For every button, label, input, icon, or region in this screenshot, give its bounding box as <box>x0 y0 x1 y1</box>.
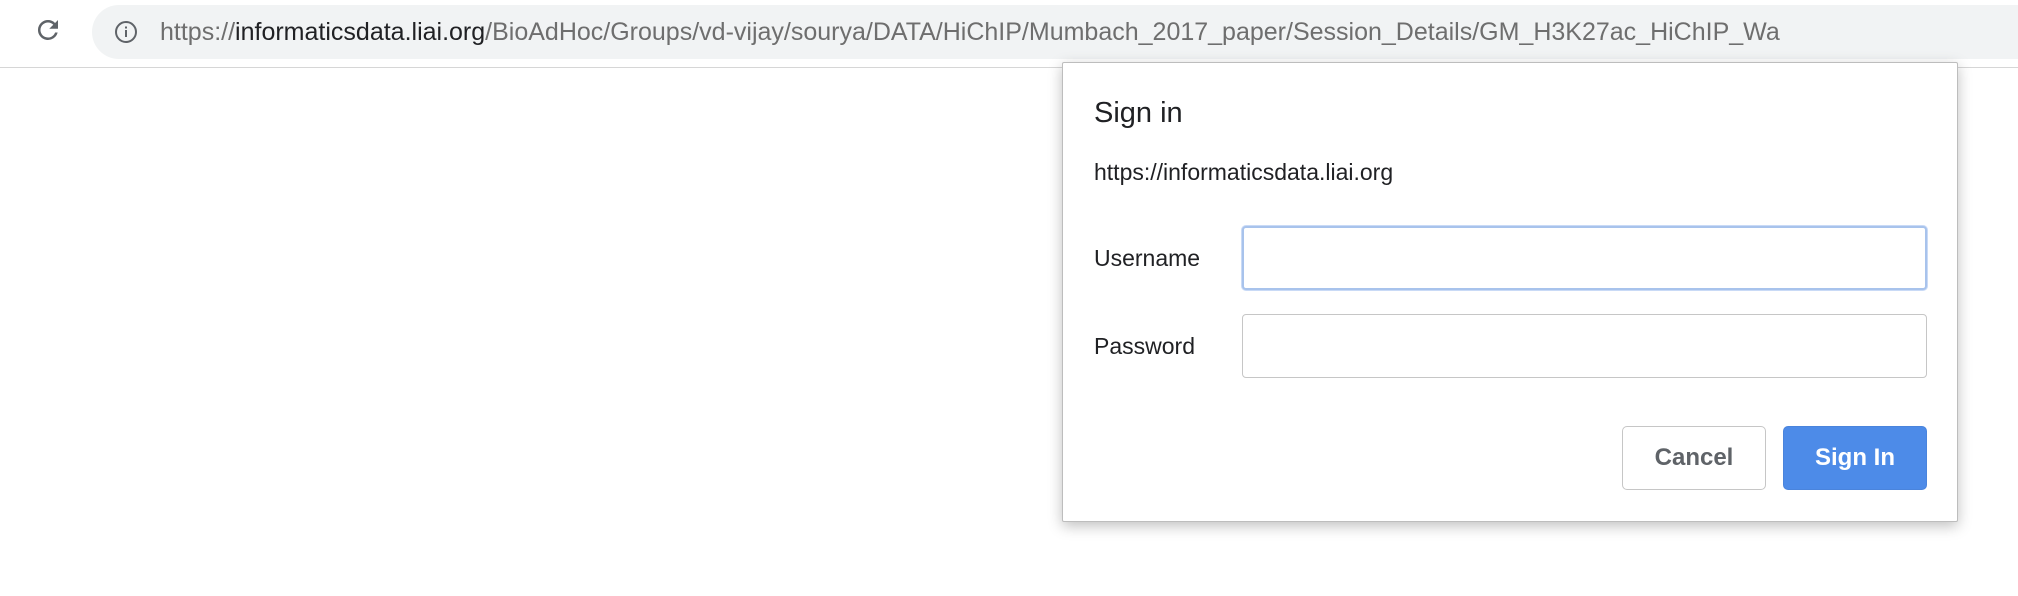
username-field[interactable] <box>1242 226 1927 290</box>
url-text[interactable]: https://informaticsdata.liai.org/BioAdHo… <box>160 5 1780 59</box>
url-scheme: https:// <box>160 18 236 46</box>
sign-in-dialog: Sign in https://informaticsdata.liai.org… <box>1062 62 1958 522</box>
reload-icon <box>33 15 63 50</box>
username-label: Username <box>1094 245 1201 271</box>
dialog-origin: https://informaticsdata.liai.org <box>1094 159 1394 185</box>
browser-toolbar: https://informaticsdata.liai.org/BioAdHo… <box>0 0 2018 68</box>
password-field[interactable] <box>1242 314 1927 378</box>
url-host: informaticsdata.liai.org <box>235 18 486 46</box>
sign-in-button[interactable]: Sign In <box>1783 426 1927 490</box>
info-icon[interactable] <box>114 20 138 44</box>
url-path: /BioAdHoc/Groups/vd-vijay/sourya/DATA/Hi… <box>485 18 1780 46</box>
cancel-button[interactable]: Cancel <box>1622 426 1766 490</box>
dialog-title: Sign in <box>1094 97 1183 129</box>
reload-button[interactable] <box>30 14 66 50</box>
address-bar[interactable]: https://informaticsdata.liai.org/BioAdHo… <box>92 5 2018 59</box>
password-label: Password <box>1094 333 1195 359</box>
